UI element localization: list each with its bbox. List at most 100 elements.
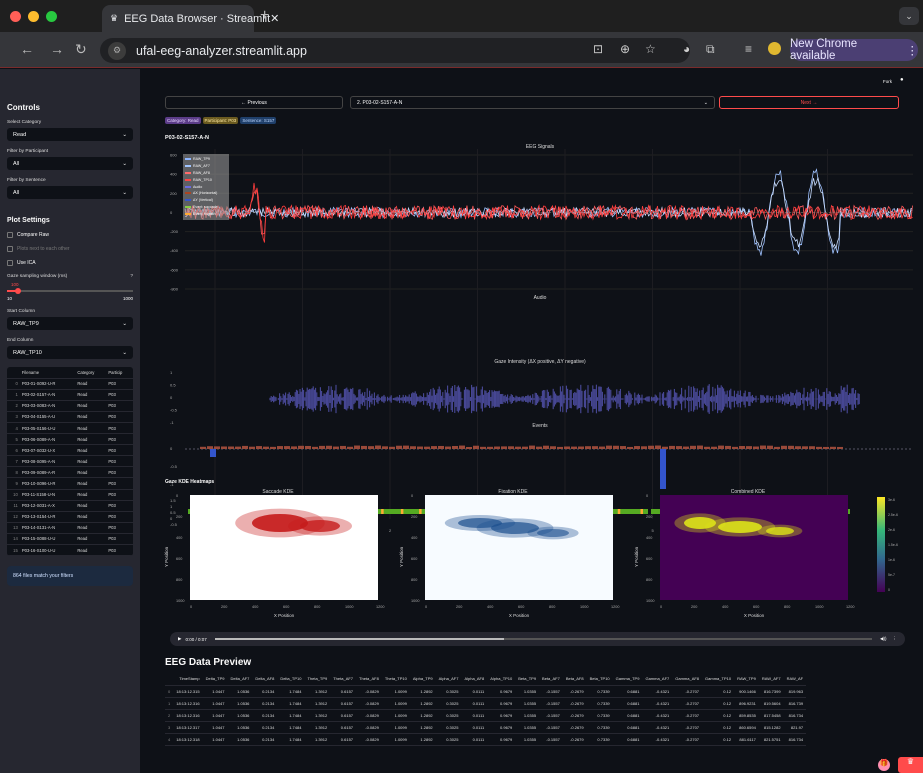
table-row[interactable]: 7 P03-08-S095-A-N Read P03: [7, 455, 133, 468]
bookmark-star-icon[interactable]: ☆: [645, 42, 656, 56]
preview-col-header[interactable]: RAW_AF7: [758, 673, 784, 686]
preview-col-header[interactable]: Alpha_TP9: [409, 673, 436, 686]
browser-tab[interactable]: ♛ EEG Data Browser · Streamlit ✕: [102, 5, 279, 32]
slider-track[interactable]: [7, 290, 133, 292]
extension-icon[interactable]: ◕: [683, 42, 690, 56]
category-select[interactable]: Read ⌄: [7, 128, 133, 141]
close-window-button[interactable]: [10, 11, 21, 22]
table-row[interactable]: 0 18:13:12.315 1.0447 1.0536 0.2134 1.7484 1.3…: [165, 685, 807, 698]
audio-player[interactable]: ▶ 0:00 / 0:07 ◀)) ⋮: [170, 632, 905, 646]
files-table[interactable]: Filename Category Particip 0 P03-01-S092-U-R…: [7, 367, 133, 557]
file-select[interactable]: 2. P03-02-S157-A-N ⌄: [350, 96, 715, 109]
preview-col-header[interactable]: Gamma_AF8: [672, 673, 703, 686]
sentence-select[interactable]: All ⌄: [7, 186, 133, 199]
table-row[interactable]: 3 18:13:12.317 1.0447 1.0536 0.2134 1.7484 1.3…: [165, 721, 807, 734]
play-icon[interactable]: ▶: [178, 636, 181, 642]
use-ica-checkbox[interactable]: Use ICA: [7, 260, 133, 266]
volume-icon[interactable]: ◀)): [880, 636, 886, 642]
legend-entry[interactable]: RAW_TP10: [185, 176, 227, 183]
legend-entry[interactable]: RAW_AF7: [185, 163, 227, 170]
table-row[interactable]: 3 P03-04-S155-A-U Read P03: [7, 411, 133, 423]
preview-col-header[interactable]: Delta_AF8: [252, 673, 278, 686]
start-column-select[interactable]: RAW_TP9 ⌄: [7, 317, 133, 330]
gaze-window-slider[interactable]: 100: [7, 282, 133, 296]
kde-heatmaps[interactable]: Saccade KDE 0 200 400 600 800 1000 1200 0 200 400 6…: [140, 487, 923, 632]
preview-col-header[interactable]: Theta_TP9: [304, 673, 331, 686]
legend-entry[interactable]: Event: fixation: [185, 210, 227, 217]
tab-search-chevron-icon[interactable]: ⌄: [899, 7, 919, 25]
legend-entry[interactable]: Audio: [185, 183, 227, 190]
table-row[interactable]: 1 18:13:12.316 1.0447 1.0536 0.2134 1.7484 1.3…: [165, 697, 807, 710]
table-row[interactable]: 8 P03-09-S089-A-R Read P03: [7, 466, 133, 479]
reading-list-icon[interactable]: ≡: [745, 42, 752, 56]
preview-col-header[interactable]: Alpha_AF7: [435, 673, 462, 686]
preview-col-header[interactable]: Theta_AF7: [330, 673, 357, 686]
preview-col-header[interactable]: Delta_TP9: [202, 673, 228, 686]
next-button[interactable]: Next →: [719, 96, 899, 109]
new-chrome-available-button[interactable]: New Chrome available ⋮: [790, 38, 919, 62]
table-row[interactable]: 12 P03-13-S154-U-R Read P03: [7, 511, 133, 523]
legend-entry[interactable]: ΔX (Horizontal): [185, 190, 227, 197]
table-row[interactable]: 15 P03-16-S100-U-U Read P03: [7, 544, 133, 557]
preview-col-header[interactable]: TimeStamp: [173, 673, 203, 686]
preview-col-header[interactable]: Gamma_AF7: [642, 673, 673, 686]
preview-col-header[interactable]: Gamma_TP9: [612, 673, 643, 686]
table-row[interactable]: 10 P03-11-S158-U-N Read P03: [7, 489, 133, 501]
slider-thumb[interactable]: [15, 288, 21, 294]
site-info-icon[interactable]: ⚙: [108, 41, 126, 60]
eeg-legend[interactable]: RAW_TP9 RAW_AF7 RAW_AF8 RAW_TP10 Audio ΔX (Ho…: [183, 154, 229, 220]
preview-col-header[interactable]: Beta_AF7: [539, 673, 563, 686]
table-row[interactable]: 2 18:13:12.316 1.0447 1.0536 0.2134 1.7484 1.3…: [165, 709, 807, 722]
table-row[interactable]: 11 P03-12-S031-A-X Read P03: [7, 500, 133, 512]
table-row[interactable]: 6 P03-07-S032-U-X Read P03: [7, 444, 133, 457]
audio-progress[interactable]: [214, 638, 873, 640]
zoom-icon[interactable]: ⊕: [620, 42, 630, 56]
legend-entry[interactable]: Event: saccade: [185, 204, 227, 211]
table-row[interactable]: 5 P03-06-S089-A-N Read P03: [7, 433, 133, 446]
back-button[interactable]: ←: [20, 41, 34, 57]
preview-col-header[interactable]: Theta_TP10: [381, 673, 410, 686]
forward-button[interactable]: →: [50, 41, 64, 57]
table-row[interactable]: 9 P03-10-S096-U-R Read P03: [7, 477, 133, 490]
table-row[interactable]: 0 P03-01-S092-U-R Read P03: [7, 378, 133, 390]
preview-col-header[interactable]: RAW_AF: [783, 673, 807, 686]
new-tab-button[interactable]: +: [260, 7, 269, 25]
fork-link[interactable]: Fork: [883, 79, 892, 84]
files-col-header[interactable]: [7, 367, 20, 379]
maximize-window-button[interactable]: [46, 11, 57, 22]
minimize-window-button[interactable]: [28, 11, 39, 22]
preview-col-header[interactable]: Theta_AF8: [356, 673, 382, 686]
preview-col-header[interactable]: Alpha_TP10: [487, 673, 516, 686]
table-row[interactable]: 4 P03-05-S156-U-U Read P03: [7, 422, 133, 435]
reload-button[interactable]: ↻: [75, 41, 87, 58]
preview-col-header[interactable]: Beta_TP10: [586, 673, 613, 686]
legend-entry[interactable]: ΔY (Vertical): [185, 197, 227, 204]
extensions-puzzle-icon[interactable]: ⧉: [706, 42, 715, 57]
table-row[interactable]: 1 P03-02-S157-A-N Read P03: [7, 389, 133, 401]
participant-select[interactable]: All ⌄: [7, 157, 133, 170]
legend-entry[interactable]: RAW_TP9: [185, 156, 227, 163]
table-row[interactable]: 2 P03-03-S083-A-N Read P03: [7, 400, 133, 412]
more-menu-icon[interactable]: ⋮: [907, 43, 919, 57]
preview-col-header[interactable]: Beta_AF8: [562, 673, 587, 686]
files-col-header[interactable]: Filename: [19, 367, 76, 379]
table-row[interactable]: 13 P03-14-S131-A-N Read P03: [7, 522, 133, 534]
compare-raw-checkbox[interactable]: Compare Raw: [7, 232, 133, 238]
preview-col-header[interactable]: Delta_AF7: [227, 673, 253, 686]
preview-table[interactable]: TimeStamp Delta_TP9 Delta_AF7 Delta_AF8 Delt…: [165, 673, 923, 746]
profile-avatar[interactable]: [768, 42, 781, 55]
preview-col-header[interactable]: [165, 673, 174, 686]
preview-col-header[interactable]: Beta_TP9: [515, 673, 540, 686]
table-row[interactable]: 4 18:13:12.318 1.0447 1.0536 0.2134 1.7484 1.3…: [165, 733, 807, 746]
help-icon[interactable]: ?: [130, 274, 133, 279]
streamlit-manage-button[interactable]: ♛: [898, 757, 923, 773]
legend-entry[interactable]: RAW_AF8: [185, 170, 227, 177]
preview-col-header[interactable]: Gamma_TP10: [702, 673, 735, 686]
preview-col-header[interactable]: Delta_TP10: [277, 673, 305, 686]
plots-next-checkbox[interactable]: Plots next to each other: [7, 246, 133, 252]
more-icon[interactable]: ⋮: [893, 636, 898, 642]
preview-col-header[interactable]: Alpha_AF8: [461, 673, 488, 686]
close-tab-icon[interactable]: ✕: [270, 12, 279, 25]
preview-col-header[interactable]: RAW_TP9: [734, 673, 759, 686]
github-icon[interactable]: ●: [900, 77, 904, 83]
